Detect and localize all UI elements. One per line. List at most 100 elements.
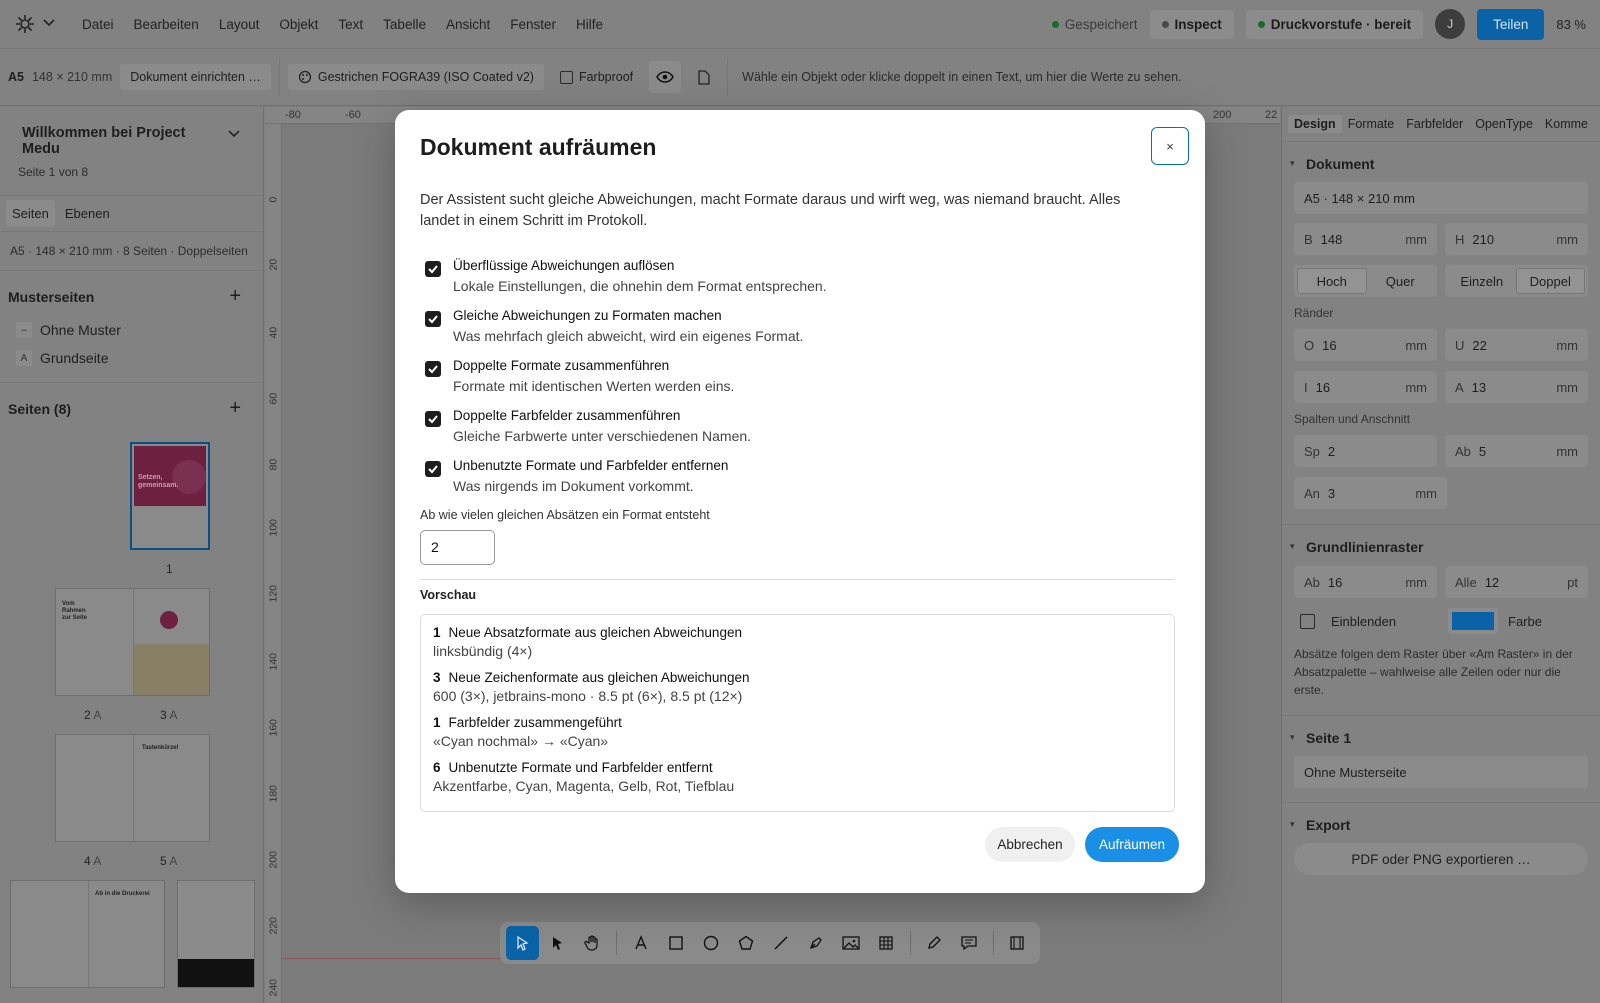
pen-tool-button[interactable] xyxy=(800,926,833,960)
select-tool-button[interactable] xyxy=(506,926,540,960)
tab-farbfelder[interactable]: Farbfelder xyxy=(1400,115,1469,133)
page-view-button[interactable] xyxy=(689,69,719,85)
export-button[interactable]: PDF oder PNG exportieren … xyxy=(1294,843,1588,875)
document-setup-button[interactable]: Dokument einrichten … xyxy=(120,64,271,90)
preflight-button[interactable]: Druckvorstufe · bereit xyxy=(1245,9,1424,39)
menu-tabelle[interactable]: Tabelle xyxy=(373,17,436,32)
ellipse-tool-button[interactable] xyxy=(694,926,727,960)
facing-pages-option[interactable]: Doppel xyxy=(1515,268,1585,294)
menu-datei[interactable]: Datei xyxy=(72,17,124,32)
menu-ansicht[interactable]: Ansicht xyxy=(436,17,500,32)
preview-eye-button[interactable] xyxy=(649,61,682,93)
ruler-tick: 22 xyxy=(1265,109,1278,121)
checkbox-checked-icon[interactable] xyxy=(425,361,441,377)
page-thumb-4-5[interactable]: Tastenkürzel xyxy=(55,734,210,842)
height-field[interactable]: H 210 mm xyxy=(1445,223,1588,255)
margin-inside-field[interactable]: I 16 mm xyxy=(1294,371,1437,403)
margin-bottom-field[interactable]: U 22 mm xyxy=(1445,329,1588,361)
option-merge-styles[interactable]: Doppelte Formate zusammenführen Formate m… xyxy=(420,356,1180,396)
menu-text[interactable]: Text xyxy=(328,17,373,32)
cleanup-button[interactable]: Aufräumen xyxy=(1085,827,1179,862)
page-section-header[interactable]: Seite 1 xyxy=(1282,716,1600,752)
rectangle-tool-button[interactable] xyxy=(659,926,692,960)
ruler-tick: 20 xyxy=(267,258,280,271)
grid-increment-field[interactable]: Alle 12 pt xyxy=(1445,566,1588,598)
tab-seiten[interactable]: Seiten xyxy=(6,200,55,227)
master-item-none[interactable]: – Ohne Muster xyxy=(0,316,263,344)
page-thumb-2-3[interactable]: Vom Rahmen zur Seite xyxy=(55,588,210,696)
checkbox-checked-icon[interactable] xyxy=(425,411,441,427)
baseline-grid-header[interactable]: Grundlinienraster xyxy=(1282,525,1600,561)
chevron-down-icon[interactable] xyxy=(42,17,56,31)
tab-formate[interactable]: Formate xyxy=(1342,115,1401,133)
share-button[interactable]: Teilen xyxy=(1477,8,1545,40)
ruler-vertical: 0 20 40 60 80 100 120 140 160 180 200 22… xyxy=(265,124,282,1003)
page-indicator: Seite 1 von 8 xyxy=(18,165,89,179)
frame-tool-button[interactable] xyxy=(1001,926,1034,960)
bleed-field[interactable]: An 3 mm xyxy=(1294,477,1447,509)
avatar[interactable]: J xyxy=(1435,9,1466,39)
menu-bearbeiten[interactable]: Bearbeiten xyxy=(124,17,209,32)
grid-show-checkbox[interactable]: Einblenden xyxy=(1294,613,1440,629)
width-field[interactable]: B 148 mm xyxy=(1294,223,1437,255)
page-thumb-6-7[interactable]: Ab in die Druckerei xyxy=(10,880,165,988)
columns-field[interactable]: Sp 2 xyxy=(1294,435,1437,467)
orientation-portrait[interactable]: Hoch xyxy=(1297,268,1367,294)
margins-row-1: O 16 mm U 22 mm xyxy=(1282,324,1600,366)
pipette-tool-button[interactable] xyxy=(918,926,951,960)
grid-start-field[interactable]: Ab 16 mm xyxy=(1294,566,1437,598)
proof-checkbox[interactable]: Farbproof xyxy=(559,70,633,84)
page-master-select[interactable]: Ohne Musterseite xyxy=(1294,756,1588,788)
color-profile-button[interactable]: Gestrichen FOGRA39 (ISO Coated v2) xyxy=(287,64,544,90)
orientation-landscape[interactable]: Quer xyxy=(1367,268,1435,294)
tab-ebenen[interactable]: Ebenen xyxy=(59,200,116,227)
checkbox-checked-icon[interactable] xyxy=(425,311,441,327)
margin-top-field[interactable]: O 16 mm xyxy=(1294,329,1437,361)
comment-tool-button[interactable] xyxy=(953,926,986,960)
grid-color-picker[interactable]: Farbe xyxy=(1448,608,1588,634)
margin-outside-field[interactable]: A 13 mm xyxy=(1445,371,1588,403)
cancel-button[interactable]: Abbrechen xyxy=(985,827,1075,862)
page-thumb-1[interactable]: Setzen, gemeinsam. xyxy=(130,442,210,550)
menu-hilfe[interactable]: Hilfe xyxy=(566,17,613,32)
table-tool-button[interactable] xyxy=(870,926,903,960)
format-size: 148 × 210 mm xyxy=(31,70,113,84)
tab-kommentare[interactable]: Komme xyxy=(1539,115,1594,133)
add-page-icon[interactable]: + xyxy=(229,397,241,420)
option-resolve-overrides[interactable]: Überflüssige Abweichungen auflösen Lokale… xyxy=(420,256,1180,296)
zoom-level[interactable]: 83 % xyxy=(1556,17,1586,32)
image-tool-button[interactable] xyxy=(835,926,868,960)
document-format-select[interactable]: A5 · 148 × 210 mm xyxy=(1294,182,1588,214)
main-menu: Datei Bearbeiten Layout Objekt Text Tabe… xyxy=(72,17,613,32)
single-pages-option[interactable]: Einzeln xyxy=(1448,268,1516,294)
threshold-input[interactable]: 2 xyxy=(420,530,495,565)
direct-select-tool-button[interactable] xyxy=(541,926,574,960)
close-button[interactable]: × xyxy=(1151,127,1189,165)
tab-opentype[interactable]: OpenType xyxy=(1469,115,1539,133)
option-create-styles[interactable]: Gleiche Abweichungen zu Formaten machen W… xyxy=(420,306,1180,346)
line-tool-button[interactable] xyxy=(765,926,798,960)
thumb-dark-band xyxy=(178,959,254,987)
menu-objekt[interactable]: Objekt xyxy=(269,17,328,32)
checkbox-checked-icon[interactable] xyxy=(425,461,441,477)
text-tool-button[interactable] xyxy=(624,926,657,960)
color-swatch[interactable] xyxy=(1448,608,1498,634)
option-merge-swatches[interactable]: Doppelte Farbfelder zusammenführen Gleich… xyxy=(420,406,1180,446)
inspect-button[interactable]: Inspect xyxy=(1149,9,1234,39)
document-title[interactable]: Willkommen bei Project Medu xyxy=(0,107,263,157)
menu-fenster[interactable]: Fenster xyxy=(500,17,566,32)
option-remove-unused[interactable]: Unbenutzte Formate und Farbfelder entfer… xyxy=(420,456,1180,496)
gutter-field[interactable]: Ab 5 mm xyxy=(1445,435,1588,467)
master-item-grundseite[interactable]: A Grundseite xyxy=(0,344,263,372)
chevron-down-icon[interactable] xyxy=(227,129,241,139)
tab-design[interactable]: Design xyxy=(1288,115,1342,133)
checkbox-checked-icon[interactable] xyxy=(425,261,441,277)
menu-layout[interactable]: Layout xyxy=(209,17,270,32)
export-section-header[interactable]: Export xyxy=(1282,803,1600,839)
polygon-tool-button[interactable] xyxy=(729,926,762,960)
add-master-icon[interactable]: + xyxy=(229,285,241,308)
document-section-header[interactable]: Dokument xyxy=(1282,142,1600,178)
app-logo-icon[interactable] xyxy=(14,13,36,35)
page-thumb-8[interactable] xyxy=(177,880,255,988)
hand-tool-button[interactable] xyxy=(576,926,609,960)
